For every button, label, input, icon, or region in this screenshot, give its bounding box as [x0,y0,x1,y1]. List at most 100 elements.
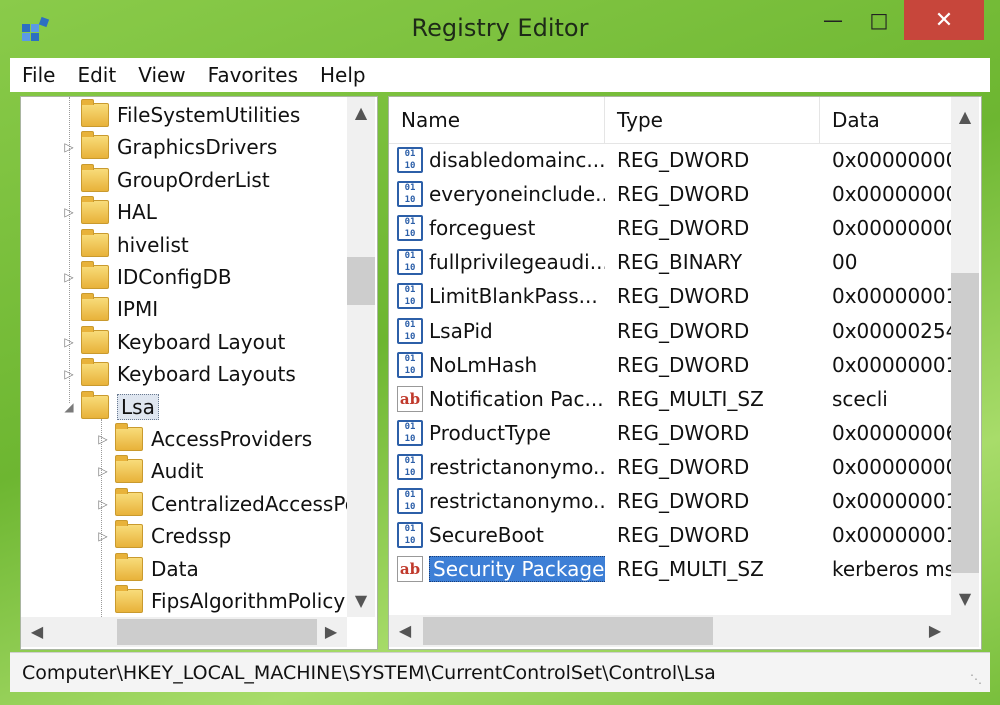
list-item[interactable]: 01 10LsaPid REG_DWORD 0x00000254 ( [389,314,951,348]
value-data: 0x00000254 ( [832,318,951,343]
expand-arrow-icon[interactable]: ▷ [61,367,77,381]
folder-icon [81,131,109,160]
expand-arrow-icon[interactable]: ▷ [95,529,111,543]
folder-icon [81,390,109,419]
scroll-up-arrow-icon[interactable]: ▲ [347,103,375,122]
menu-edit[interactable]: Edit [65,63,126,87]
tree-node-idconfigdb[interactable]: ▷ IDConfigDB [61,261,232,293]
column-header-type[interactable]: Type [605,97,820,143]
value-type: REG_DWORD [617,454,750,479]
column-header-data[interactable]: Data [820,97,951,143]
list-item[interactable]: 01 10SecureBoot REG_DWORD 0x00000001 ( [389,518,951,552]
value-name-cell: 01 10 LimitBlankPass... [389,283,605,310]
tree-node-accessproviders[interactable]: ▷ AccessProviders [95,423,312,455]
list-item[interactable]: 01 10 restrictanonymo... REG_DWORD 0x000000… [389,450,951,484]
value-name-cell: 01 10 everyoneinclude... [389,181,605,208]
expand-arrow-icon[interactable]: ▷ [95,497,111,511]
tree-node-audit[interactable]: ▷ Audit [95,455,203,487]
tree-node-label: Credssp [151,524,232,549]
value-data: 0x00000001 ( [832,523,951,548]
tree-node-keyboard-layouts[interactable]: ▷ Keyboard Layouts [61,358,296,390]
binary-value-icon: 01 10 [397,181,423,208]
tree-node-graphicsdrivers[interactable]: ▷ GraphicsDrivers [61,131,277,163]
tree-horizontal-scrollbar[interactable]: ◀ ▶ [21,617,347,647]
close-button[interactable]: ✕ [904,0,984,40]
tree-node-filesystemutilities[interactable]: FileSystemUtilities [61,99,300,131]
value-type: REG_BINARY [617,250,743,275]
folder-icon [81,293,109,322]
value-name-cell: 01 10 ProductType [389,419,605,446]
folder-icon [115,520,143,549]
tree-node-grouporderlist[interactable]: GroupOrderList [61,163,270,196]
expand-arrow-icon[interactable]: ▷ [61,140,77,154]
expand-arrow-icon[interactable]: ▷ [61,270,77,284]
tree-node-label: FipsAlgorithmPolicy [151,589,346,613]
tree-node-lsa[interactable]: ◢ Lsa [61,390,159,423]
list-item[interactable]: 01 10 disabledomainc... REG_DWORD 0x0000000… [389,143,951,177]
list-vertical-scroll-thumb[interactable] [951,273,979,573]
folder-icon [81,163,109,192]
tree-node-hal[interactable]: ▷ HAL [61,196,157,228]
title-bar[interactable]: Registry Editor — □ ✕ [0,0,1000,58]
scroll-right-arrow-icon[interactable]: ▶ [317,622,345,641]
scroll-right-arrow-icon[interactable]: ▶ [921,621,949,640]
binary-value-icon: 01 10 [397,147,423,173]
resize-grip-icon[interactable]: ⋱ [970,672,984,686]
expand-arrow-icon[interactable]: ◢ [61,400,77,414]
tree-node-label: Audit [151,459,204,484]
tree-vertical-scroll-thumb[interactable] [347,257,375,305]
list-item[interactable]: 01 10NoLmHash REG_DWORD 0x00000001 ( [389,348,951,382]
list-item[interactable]: 01 10 fullprivilegeaudi... REG_BINARY 00 [389,245,951,279]
list-horizontal-scrollbar[interactable]: ◀ ▶ [389,615,979,647]
value-data: 00 [832,250,858,275]
tree-node-centralizedaccesspo[interactable]: ▷ CentralizedAccessPo [95,487,347,520]
value-data: 0x00000001 ( [832,284,951,309]
tree-node-hivelist[interactable]: hivelist [61,228,189,261]
scroll-down-arrow-icon[interactable]: ▼ [951,589,979,608]
tree-vertical-scrollbar[interactable]: ▲ ▼ [347,97,375,617]
menu-view[interactable]: View [126,63,195,87]
minimize-button[interactable]: — [810,0,856,40]
list-item[interactable]: 01 10forceguest REG_DWORD 0x00000000 ( [389,211,951,245]
list-item[interactable]: 01 10 restrictanonymo... REG_DWORD 0x000000… [389,484,951,518]
expand-arrow-icon[interactable]: ▷ [95,432,111,446]
value-name-cell: ab Notification Pac... [389,385,605,412]
tree-node-credssp[interactable]: ▷ Credssp [95,520,231,552]
list-item[interactable]: ab Notification Pac... REG_MULTI_SZ scecli [389,382,951,416]
list-vertical-scrollbar[interactable]: ▲ ▼ [951,97,979,615]
column-header-name[interactable]: Name [389,97,605,143]
list-item[interactable]: ab Security Packages REG_MULTI_SZ kerberos … [389,552,951,586]
tree-node-label: GraphicsDrivers [117,135,278,160]
list-item[interactable]: 01 10 everyoneinclude... REG_DWORD 0x000000… [389,177,951,211]
value-type: REG_DWORD [617,284,750,309]
tree-node-keyboard-layout[interactable]: ▷ Keyboard Layout [61,325,285,358]
value-data: 0x00000000 ( [832,182,951,207]
value-name-cell: 01 10 restrictanonymo... [389,488,605,514]
expand-arrow-icon[interactable]: ▷ [61,335,77,349]
folder-icon [81,358,109,387]
folder-icon [81,228,109,257]
menu-help[interactable]: Help [308,63,376,87]
maximize-button[interactable]: □ [856,0,902,40]
list-item[interactable]: 01 10ProductType REG_DWORD 0x00000006 ( [389,416,951,450]
expand-arrow-icon[interactable]: ▷ [61,205,77,219]
tree-node-label: IPMI [117,297,159,322]
expand-arrow-icon[interactable]: ▷ [95,464,111,478]
tree-node-label: Keyboard Layouts [117,362,296,387]
current-key-path: Computer\HKEY_LOCAL_MACHINE\SYSTEM\Curre… [22,661,716,684]
value-data: 0x00000000 ( [832,148,951,172]
menu-file[interactable]: File [10,63,65,87]
tree-horizontal-scroll-thumb[interactable] [117,619,317,645]
tree-node-fipsalgorithmpolicy[interactable]: FipsAlgorithmPolicy [95,585,345,617]
value-data: 0x00000000 ( [832,216,951,241]
tree-node-data[interactable]: Data [95,552,199,585]
list-horizontal-scroll-thumb[interactable] [423,617,713,645]
menu-favorites[interactable]: Favorites [196,63,308,87]
scroll-left-arrow-icon[interactable]: ◀ [23,622,51,641]
scroll-down-arrow-icon[interactable]: ▼ [347,591,375,610]
tree-node-ipmi[interactable]: IPMI [61,293,158,325]
folder-icon [81,325,109,354]
list-item[interactable]: 01 10 LimitBlankPass... REG_DWORD 0x0000000… [389,279,951,313]
scroll-up-arrow-icon[interactable]: ▲ [951,107,979,126]
scroll-left-arrow-icon[interactable]: ◀ [391,621,419,640]
